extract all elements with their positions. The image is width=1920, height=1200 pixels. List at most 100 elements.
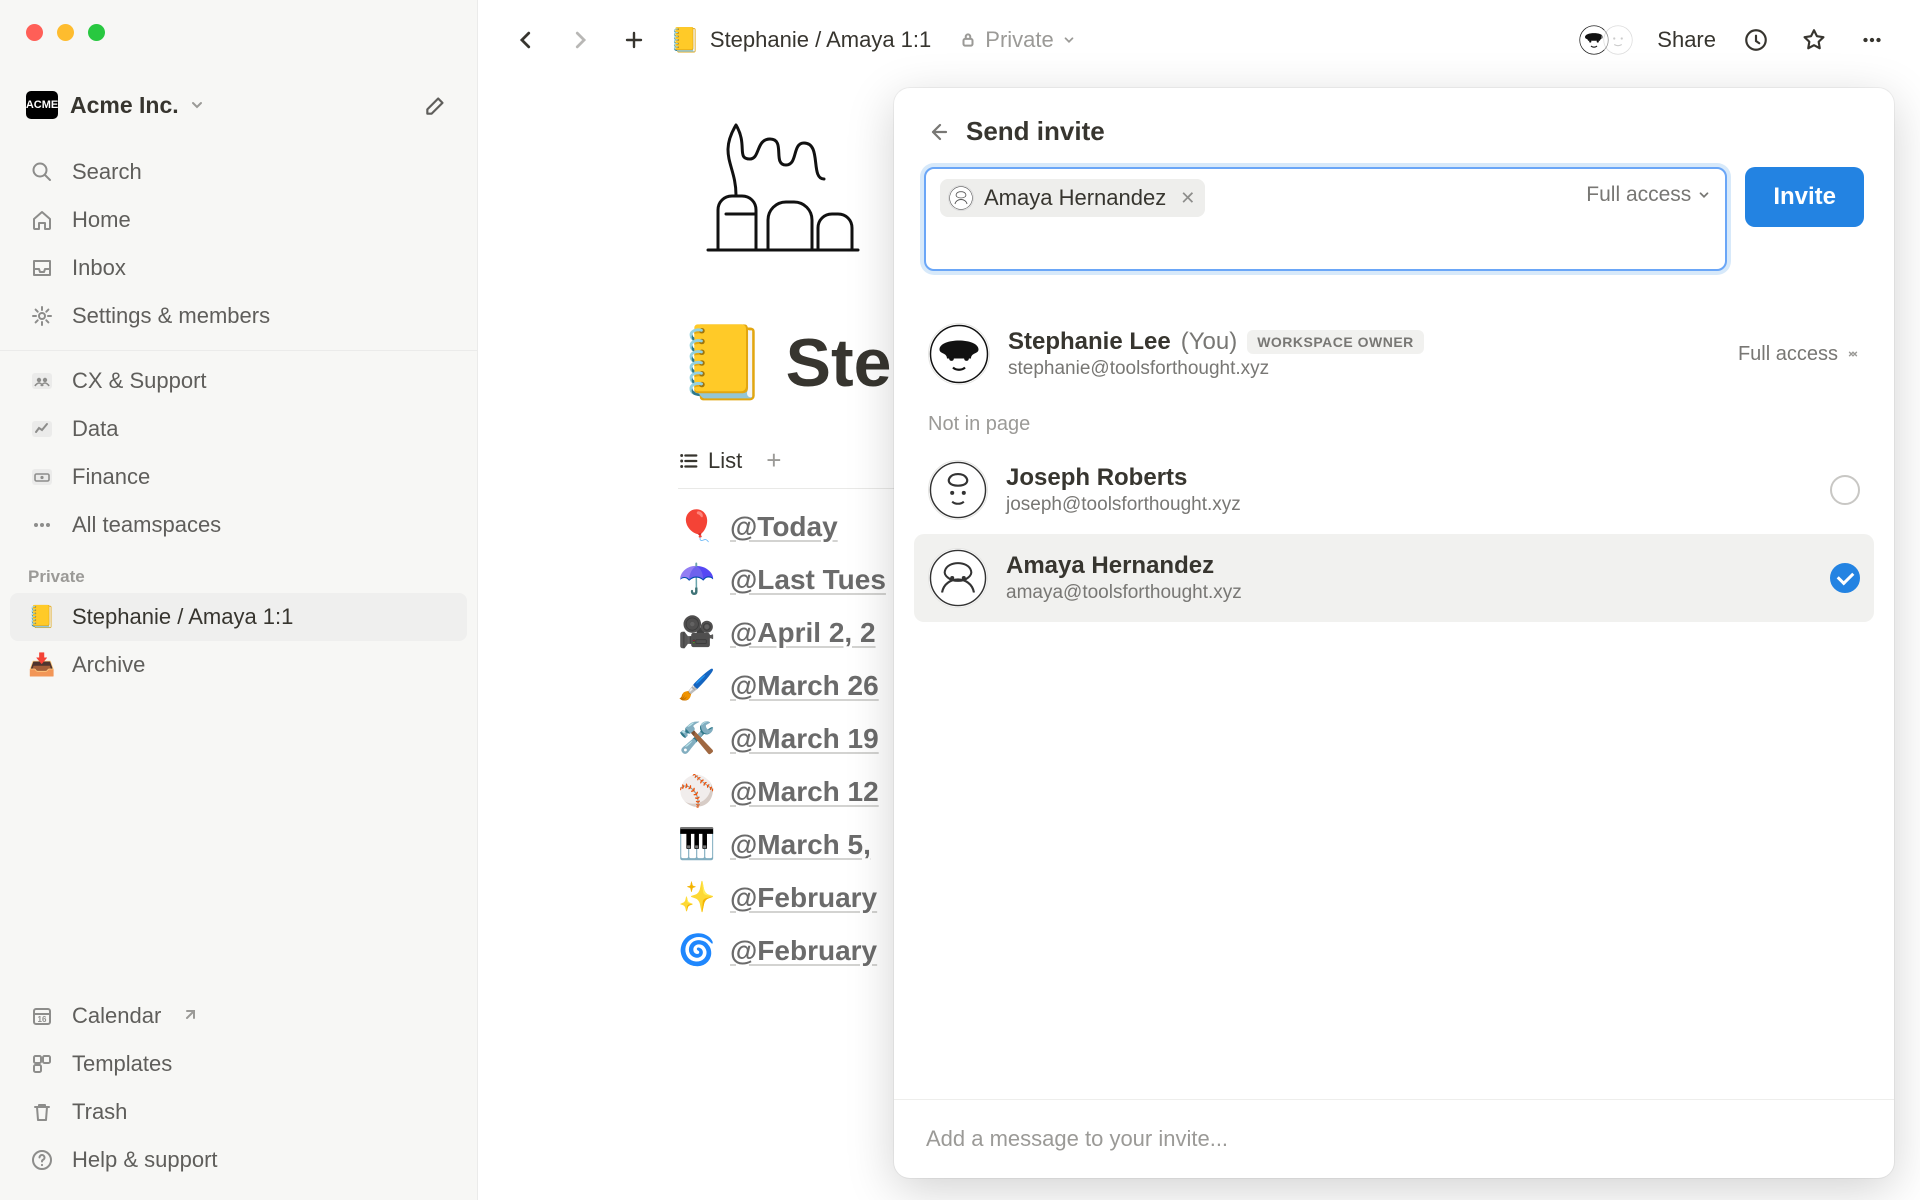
member-email: amaya@toolsforthought.xyz <box>1006 582 1242 604</box>
external-link-icon <box>181 1008 197 1024</box>
item-title: @March 26 <box>730 670 879 702</box>
sidebar-item-inbox[interactable]: Inbox <box>10 244 467 292</box>
calendar-icon: 16 <box>28 1002 56 1030</box>
more-button[interactable] <box>1854 22 1890 58</box>
favorite-button[interactable] <box>1796 22 1832 58</box>
new-page-button[interactable] <box>421 90 451 120</box>
workspace-name: Acme Inc. <box>70 92 179 119</box>
sidebar-item-home[interactable]: Home <box>10 196 467 244</box>
avatar <box>1601 23 1635 57</box>
invite-message-row <box>894 1099 1894 1178</box>
sidebar-item-templates[interactable]: Templates <box>10 1040 467 1088</box>
avatar <box>948 185 974 211</box>
sidebar-item-label: Archive <box>72 652 145 678</box>
sidebar-item-finance[interactable]: Finance <box>10 453 467 501</box>
breadcrumb[interactable]: 📒 Stephanie / Amaya 1:1 <box>670 26 931 55</box>
visibility-indicator[interactable]: Private <box>959 27 1075 53</box>
popover-title: Send invite <box>966 116 1105 147</box>
member-row[interactable]: Joseph Roberts joseph@toolsforthought.xy… <box>914 446 1874 534</box>
popover-back-button[interactable] <box>926 120 950 144</box>
share-button[interactable]: Share <box>1657 27 1716 53</box>
templates-icon <box>28 1050 56 1078</box>
window-traffic-lights[interactable] <box>26 24 105 41</box>
nav-forward-button[interactable] <box>562 22 598 58</box>
item-title: @March 12 <box>730 776 879 808</box>
notebook-icon: 📒 <box>28 603 56 631</box>
search-icon <box>28 158 56 186</box>
workspace-switcher[interactable]: ACME Acme Inc. <box>0 90 477 148</box>
invite-permission-select[interactable]: Full access <box>1586 183 1711 207</box>
recipient-chip[interactable]: Amaya Hernandez ✕ <box>940 179 1205 217</box>
people-icon <box>28 367 56 395</box>
item-title: @April 2, 2 <box>730 617 876 649</box>
chip-name: Amaya Hernandez <box>984 185 1166 211</box>
item-title: @Last Tues <box>730 564 886 596</box>
item-emoji: 🖌️ <box>678 668 714 703</box>
sidebar-item-label: Templates <box>72 1051 172 1077</box>
avatar <box>928 323 990 385</box>
nav-back-button[interactable] <box>508 22 544 58</box>
sidebar-item-label: Home <box>72 207 131 233</box>
invite-recipient-input[interactable]: Amaya Hernandez ✕ Full access <box>924 167 1727 271</box>
item-emoji: ✨ <box>678 880 714 915</box>
sidebar-item-cx-support[interactable]: CX & Support <box>10 357 467 405</box>
permission-label: Full access <box>1738 343 1838 366</box>
item-emoji: 🎹 <box>678 827 714 862</box>
sidebar-item-label: Trash <box>72 1099 127 1125</box>
list-icon <box>678 450 700 472</box>
gear-icon <box>28 302 56 330</box>
item-emoji: 🛠️ <box>678 721 714 756</box>
sidebar-item-stephanie-amaya[interactable]: 📒 Stephanie / Amaya 1:1 <box>10 593 467 641</box>
sidebar-section-private: Private <box>0 549 477 593</box>
member-name: Amaya Hernandez <box>1006 552 1214 580</box>
sidebar-item-label: Help & support <box>72 1147 218 1173</box>
sidebar-item-label: Finance <box>72 464 150 490</box>
trash-icon <box>28 1098 56 1126</box>
item-emoji: 🌀 <box>678 933 714 968</box>
avatar <box>928 548 988 608</box>
inbox-icon <box>28 254 56 282</box>
item-title: @Today <box>730 511 838 543</box>
invite-message-input[interactable] <box>926 1126 1862 1152</box>
main-area: 📒 Stephanie / Amaya 1:1 Private Share <box>478 0 1920 1200</box>
member-email: stephanie@toolsforthought.xyz <box>1008 358 1424 380</box>
member-row-owner: Stephanie Lee (You) WORKSPACE OWNER step… <box>914 309 1874 399</box>
sidebar-item-label: Stephanie / Amaya 1:1 <box>72 604 293 630</box>
item-emoji: ⚾ <box>678 774 714 809</box>
tab-list[interactable]: List <box>678 448 742 474</box>
page-title-emoji[interactable]: 📒 <box>678 320 768 405</box>
item-emoji: 🎥 <box>678 615 714 650</box>
sidebar-item-label: CX & Support <box>72 368 207 394</box>
sidebar-item-help[interactable]: Help & support <box>10 1136 467 1184</box>
page-cover-illustration <box>678 110 888 260</box>
updates-button[interactable] <box>1738 22 1774 58</box>
svg-text:16: 16 <box>38 1015 47 1024</box>
select-radio[interactable] <box>1830 475 1860 505</box>
topbar: 📒 Stephanie / Amaya 1:1 Private Share <box>478 0 1920 80</box>
minimize-window-dot[interactable] <box>57 24 74 41</box>
sidebar-item-archive[interactable]: 📥 Archive <box>10 641 467 689</box>
invite-button[interactable]: Invite <box>1745 167 1864 227</box>
close-window-dot[interactable] <box>26 24 43 41</box>
presence-avatars[interactable] <box>1577 23 1635 57</box>
you-label: (You) <box>1181 328 1237 356</box>
chevron-down-icon <box>1062 33 1076 47</box>
sidebar-item-search[interactable]: Search <box>10 148 467 196</box>
sidebar-item-trash[interactable]: Trash <box>10 1088 467 1136</box>
sidebar-item-settings[interactable]: Settings & members <box>10 292 467 340</box>
sidebar-item-calendar[interactable]: 16 Calendar <box>10 992 467 1040</box>
select-radio[interactable] <box>1830 563 1860 593</box>
member-permission-select[interactable]: Full access <box>1738 343 1860 366</box>
item-emoji: 🎈 <box>678 509 714 544</box>
new-tab-button[interactable] <box>616 22 652 58</box>
zoom-window-dot[interactable] <box>88 24 105 41</box>
sidebar-item-all-teamspaces[interactable]: All teamspaces <box>10 501 467 549</box>
sidebar-item-data[interactable]: Data <box>10 405 467 453</box>
add-view-button[interactable]: + <box>756 445 781 476</box>
chip-remove-button[interactable]: ✕ <box>1176 188 1195 209</box>
member-name: Joseph Roberts <box>1006 464 1187 492</box>
breadcrumb-label: Stephanie / Amaya 1:1 <box>710 27 931 53</box>
member-row[interactable]: Amaya Hernandez amaya@toolsforthought.xy… <box>914 534 1874 622</box>
help-icon <box>28 1146 56 1174</box>
tab-label: List <box>708 448 742 474</box>
